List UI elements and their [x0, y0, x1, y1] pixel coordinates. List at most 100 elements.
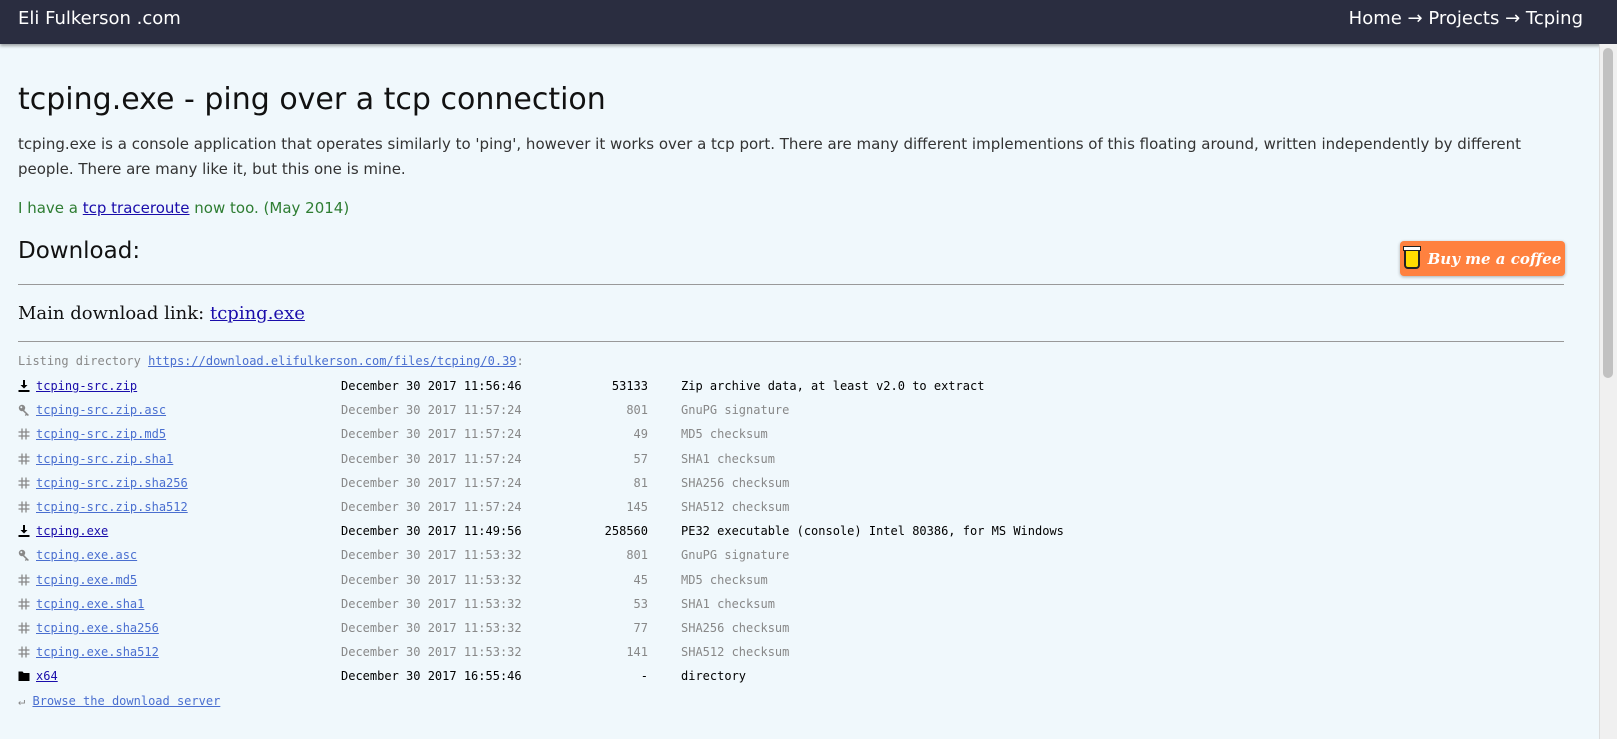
listing-header: Listing directory https://download.elifu…: [18, 354, 524, 368]
file-size: 258560: [604, 524, 648, 539]
download-icon: [18, 525, 30, 538]
file-description: directory: [681, 669, 747, 684]
file-link[interactable]: tcping.exe.sha256: [36, 621, 159, 635]
hash-icon: [18, 453, 30, 465]
file-size: 77: [633, 620, 648, 635]
file-size: -: [640, 669, 648, 684]
main-download-link[interactable]: tcping.exe: [210, 303, 305, 324]
file-date: December 30 2017 11:53:32: [341, 645, 522, 660]
file-description: MD5 checksum: [681, 572, 768, 587]
file-row: tcping.exe.sha1 December 30 2017 11:53:32…: [18, 593, 1564, 617]
file-size: 45: [633, 572, 648, 587]
file-listing: tcping-src.zip December 30 2017 11:56:46 5…: [18, 375, 1564, 689]
main-download-line: Main download link: tcping.exe: [18, 303, 305, 324]
breadcrumb-home[interactable]: Home: [1349, 8, 1402, 29]
file-size: 57: [633, 451, 648, 466]
note-suffix: now too. (May 2014): [194, 199, 350, 217]
hash-icon: [18, 598, 30, 610]
hash-icon: [18, 622, 30, 634]
file-row: tcping-src.zip.asc December 30 2017 11:57…: [18, 399, 1564, 423]
key-icon: [18, 549, 30, 562]
file-date: December 30 2017 11:53:32: [341, 596, 522, 611]
file-description: GnuPG signature: [681, 403, 790, 418]
file-date: December 30 2017 11:53:32: [341, 548, 522, 563]
file-link[interactable]: x64: [36, 669, 58, 683]
file-description: SHA1 checksum: [681, 451, 775, 466]
download-icon: [18, 380, 30, 392]
file-date: December 30 2017 11:57:24: [341, 499, 522, 514]
file-link[interactable]: tcping.exe.md5: [36, 573, 137, 587]
file-row: tcping.exe.md5 December 30 2017 11:53:32 4…: [18, 569, 1564, 593]
page-title: tcping.exe - ping over a tcp connection: [18, 82, 606, 117]
file-date: December 30 2017 11:53:32: [341, 572, 522, 587]
file-description: GnuPG signature: [681, 548, 790, 563]
breadcrumb-tcping[interactable]: Tcping: [1526, 8, 1583, 29]
breadcrumb-projects[interactable]: Projects: [1428, 8, 1499, 29]
breadcrumb-arrow-icon: →: [1407, 8, 1423, 29]
file-date: December 30 2017 11:57:24: [341, 403, 522, 418]
file-link[interactable]: tcping.exe.sha1: [36, 597, 144, 611]
file-row: tcping-src.zip.sha1 December 30 2017 11:5…: [18, 448, 1564, 472]
hash-icon: [18, 428, 30, 440]
folder-icon: [18, 670, 30, 682]
traceroute-note: I have a tcp traceroute now too. (May 20…: [18, 199, 349, 217]
intro-paragraph: tcping.exe is a console application that…: [18, 135, 1521, 178]
hash-icon: [18, 501, 30, 513]
breadcrumb: Home → Projects → Tcping: [1349, 8, 1583, 29]
file-date: December 30 2017 11:57:24: [341, 475, 522, 490]
divider: [18, 341, 1564, 342]
file-size: 801: [626, 403, 648, 418]
return-arrow-icon: ↵: [18, 694, 26, 708]
divider: [18, 284, 1564, 285]
key-icon: [18, 404, 30, 417]
coffee-button-label: Buy me a coffee: [1427, 249, 1562, 268]
file-size: 49: [633, 427, 648, 442]
file-link[interactable]: tcping-src.zip.sha256: [36, 476, 188, 490]
file-description: PE32 executable (console) Intel 80386, f…: [681, 524, 1064, 539]
file-description: SHA256 checksum: [681, 620, 790, 635]
file-description: SHA1 checksum: [681, 596, 775, 611]
file-row: tcping-src.zip December 30 2017 11:56:46 5…: [18, 375, 1564, 399]
file-link[interactable]: tcping-src.zip.sha512: [36, 500, 188, 514]
note-prefix: I have a: [18, 199, 78, 217]
file-description: SHA256 checksum: [681, 475, 790, 490]
buy-me-a-coffee-button[interactable]: Buy me a coffee: [1400, 241, 1565, 276]
listing-suffix: :: [516, 354, 524, 368]
file-description: MD5 checksum: [681, 427, 768, 442]
file-description: SHA512 checksum: [681, 645, 790, 660]
file-size: 53133: [611, 379, 648, 393]
browse-download-server-link[interactable]: Browse the download server: [32, 694, 220, 708]
scrollbar-thumb[interactable]: [1603, 48, 1613, 378]
file-size: 53: [633, 596, 648, 611]
site-brand-link[interactable]: Eli Fulkerson .com: [18, 8, 181, 29]
main-download-label: Main download link:: [18, 303, 205, 324]
file-date: December 30 2017 11:53:32: [341, 620, 522, 635]
hash-icon: [18, 646, 30, 658]
file-link[interactable]: tcping-src.zip.asc: [36, 403, 166, 417]
listing-directory-link[interactable]: https://download.elifulkerson.com/files/…: [148, 354, 516, 368]
file-row: tcping.exe.sha512 December 30 2017 11:53:…: [18, 641, 1564, 665]
file-size: 145: [626, 499, 648, 514]
breadcrumb-arrow-icon: →: [1505, 8, 1521, 29]
file-link[interactable]: tcping-src.zip: [36, 379, 137, 393]
file-link[interactable]: tcping-src.zip.md5: [36, 427, 166, 441]
file-row: x64 December 30 2017 16:55:46 - directory: [18, 665, 1564, 689]
hash-icon: [18, 574, 30, 586]
hash-icon: [18, 477, 30, 489]
file-date: December 30 2017 16:55:46: [341, 669, 522, 684]
file-date: December 30 2017 11:57:24: [341, 451, 522, 466]
file-date: December 30 2017 11:57:24: [341, 427, 522, 442]
file-row: tcping.exe.asc December 30 2017 11:53:32 8…: [18, 544, 1564, 568]
file-link[interactable]: tcping.exe.sha512: [36, 645, 159, 659]
file-link[interactable]: tcping-src.zip.sha1: [36, 452, 173, 466]
file-size: 141: [626, 645, 648, 660]
page-scrollbar[interactable]: [1599, 44, 1617, 739]
file-link[interactable]: tcping.exe.asc: [36, 548, 137, 562]
file-link[interactable]: tcping.exe: [36, 524, 108, 538]
coffee-cup-icon: [1402, 245, 1421, 269]
file-description: Zip archive data, at least v2.0 to extra…: [681, 379, 985, 393]
browse-line: ↵ Browse the download server: [18, 694, 220, 708]
file-size: 801: [626, 548, 648, 563]
top-navbar: Eli Fulkerson .com Home → Projects → Tcp…: [0, 0, 1617, 44]
tcp-traceroute-link[interactable]: tcp traceroute: [83, 199, 190, 217]
